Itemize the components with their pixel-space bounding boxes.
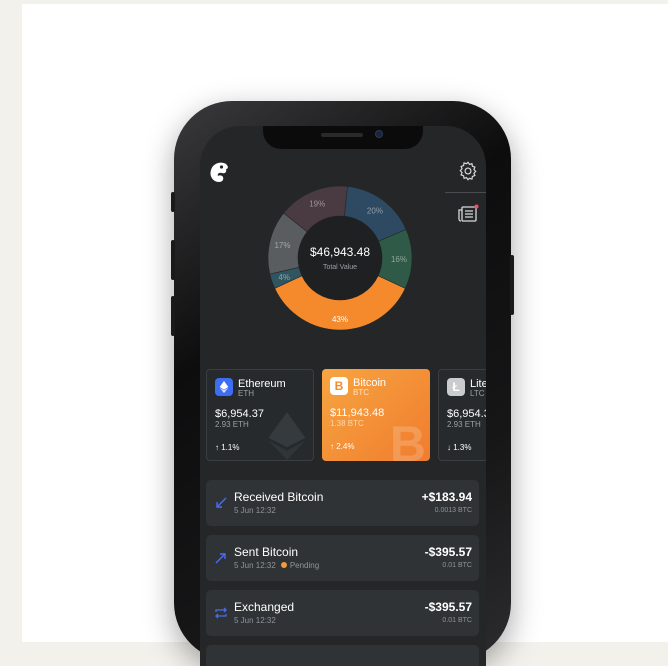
speaker-grille <box>321 133 363 137</box>
transaction-amount: -$395.57 <box>424 545 472 559</box>
donut-segment-label: 20% <box>367 206 383 215</box>
asset-ticker: ETH <box>238 389 254 398</box>
asset-value: $6,954.37 <box>215 408 264 420</box>
transaction-row-partial[interactable] <box>206 645 479 666</box>
asset-card-ethereum[interactable]: Ethereum ETH $6,954.37 2.93 ETH ↑ 1.1% <box>206 369 314 461</box>
phone-power-button <box>510 255 514 315</box>
front-camera <box>375 130 383 138</box>
transaction-btc: 0.0013 BTC <box>434 507 472 514</box>
asset-change: ↑ 1.1% <box>215 443 240 452</box>
donut-segment-label: 17% <box>274 241 290 250</box>
arrow-down-left-icon <box>216 497 227 508</box>
transaction-btc: 0.01 BTC <box>442 562 472 569</box>
header-divider <box>445 192 486 193</box>
donut-segment-label: 16% <box>391 255 407 264</box>
asset-card-bitcoin[interactable]: B Bitcoin BTC $11,943.48 1.38 BTC ↑ 2.4%… <box>322 369 430 461</box>
asset-value: $6,954.37 <box>447 408 486 420</box>
asset-ticker: LTC <box>470 389 485 398</box>
total-value-label: Total Value <box>323 264 357 271</box>
phone-volume-up-button <box>171 240 175 280</box>
transaction-amount: -$395.57 <box>424 600 472 614</box>
asset-amount: 2.93 ETH <box>215 420 249 429</box>
asset-change: ↓ 1.3% <box>447 443 472 452</box>
transaction-date: 5 Jun 12:32 <box>234 506 276 515</box>
asset-amount: 2.93 ETH <box>447 420 481 429</box>
asset-value: $11,943.48 <box>330 407 385 419</box>
transaction-date: 5 Jun 12:32 <box>234 616 276 625</box>
transaction-title: Received Bitcoin <box>234 490 324 504</box>
transaction-amount: +$183.94 <box>421 490 472 504</box>
chameleon-logo-icon[interactable] <box>209 161 231 185</box>
transaction-btc: 0.01 BTC <box>442 617 472 624</box>
transaction-row[interactable]: Sent Bitcoin 5 Jun 12:32 Pending -$395.57… <box>206 535 479 581</box>
transaction-row[interactable]: Received Bitcoin 5 Jun 12:32 +$183.94 0.… <box>206 480 479 526</box>
newspaper-icon[interactable] <box>457 204 479 224</box>
transaction-status: Pending <box>289 561 320 570</box>
transaction-title: Exchanged <box>234 600 295 614</box>
pending-dot <box>280 562 287 568</box>
asset-ticker: BTC <box>353 388 369 397</box>
ethereum-icon <box>215 378 233 396</box>
asset-card-litecoin[interactable]: Ł Litecoin LTC $6,954.37 2.93 ETH ↓ 1.3% <box>438 369 486 461</box>
transaction-row[interactable]: Exchanged 5 Jun 12:32 -$395.57 0.01 BTC <box>206 590 479 636</box>
asset-amount: 1.38 BTC <box>330 419 364 428</box>
arrow-up-right-icon <box>215 553 226 564</box>
transaction-title: Sent Bitcoin <box>234 545 299 559</box>
donut-segment-label: 4% <box>278 273 290 282</box>
asset-change: ↑ 2.4% <box>330 442 355 451</box>
transaction-date-line: 5 Jun 12:32 Pending <box>234 561 319 570</box>
transaction-date: 5 Jun 12:32 <box>234 561 276 570</box>
bitcoin-watermark-icon: B <box>389 416 426 461</box>
phone-notch <box>263 126 423 149</box>
donut-segment-label: 43% <box>332 315 348 324</box>
litecoin-icon: Ł <box>447 378 465 396</box>
ethereum-watermark-icon <box>268 412 306 460</box>
portfolio-donut-chart: $46,943.48 Total Value 43% 4% 17% 19% 20% 16% <box>267 185 413 331</box>
donut-segment-label: 19% <box>309 200 325 209</box>
app-screen: $46,943.48 Total Value 43% 4% 17% 19% 20% 16%… <box>200 126 486 666</box>
phone-volume-down-button <box>171 296 175 336</box>
bitcoin-icon: B <box>330 377 348 395</box>
gear-icon[interactable] <box>457 160 479 182</box>
phone-action-button <box>171 192 175 212</box>
exchange-icon <box>215 607 227 619</box>
total-value: $46,943.48 <box>310 245 370 259</box>
